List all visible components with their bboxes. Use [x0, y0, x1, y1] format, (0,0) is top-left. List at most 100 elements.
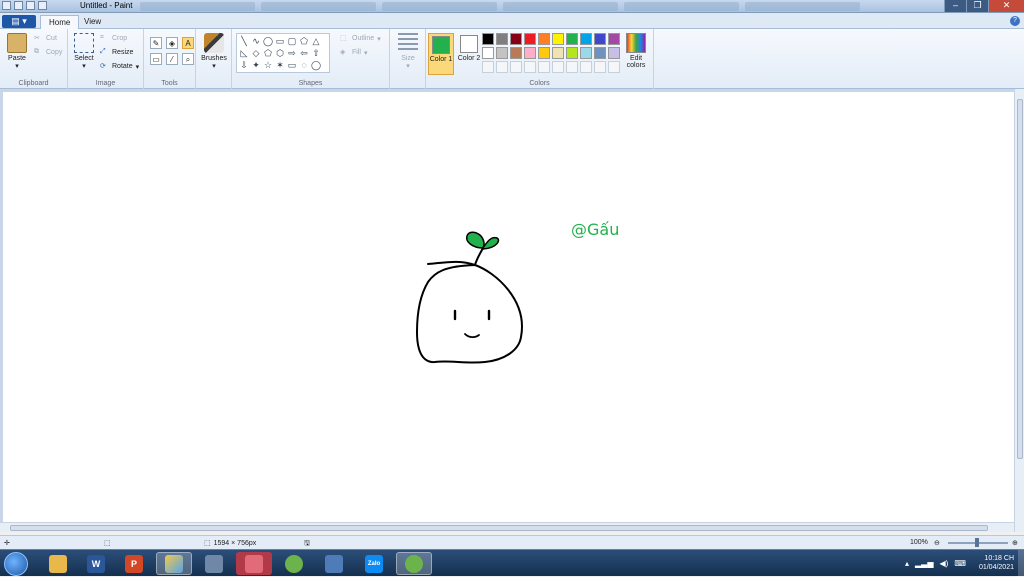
six-point-star-shape-icon[interactable]: ✶ [274, 59, 286, 71]
taskbar-coccoc-2[interactable] [396, 552, 432, 575]
paint-app-icon[interactable] [2, 1, 11, 10]
palette-swatch[interactable] [538, 47, 550, 59]
outline-button[interactable]: ⬚ Outline ▾ [340, 33, 381, 44]
undo-icon[interactable] [26, 1, 35, 10]
tray-expand-icon[interactable]: ▴ [905, 559, 909, 568]
zoom-slider-thumb[interactable] [975, 538, 979, 547]
palette-custom-slot[interactable] [510, 61, 522, 73]
edit-colors-button[interactable]: Edit colors [622, 33, 650, 69]
fill-button[interactable]: ◈ Fill ▾ [340, 47, 367, 58]
five-point-star-shape-icon[interactable]: ☆ [262, 59, 274, 71]
curve-shape-icon[interactable]: ∿ [250, 35, 262, 47]
network-icon[interactable]: ▂▃▅ [915, 559, 933, 568]
palette-custom-slot[interactable] [538, 61, 550, 73]
drawing-canvas[interactable]: @Gấu [3, 92, 1014, 522]
taskbar-paint[interactable] [156, 552, 192, 575]
palette-custom-slot[interactable] [580, 61, 592, 73]
keyboard-icon[interactable]: ⌨ [954, 559, 966, 568]
crop-button[interactable]: ⌗ Crop [100, 33, 127, 44]
close-button[interactable]: ✕ [988, 0, 1024, 12]
callout-rect-shape-icon[interactable]: ▭ [286, 59, 298, 71]
brushes-button[interactable]: Brushes ▾ [200, 33, 228, 70]
taskbar-zalo[interactable]: Zalo [356, 552, 392, 575]
right-triangle-shape-icon[interactable]: ◺ [238, 47, 250, 59]
horizontal-scrollbar[interactable] [0, 522, 1014, 532]
rectangle-shape-icon[interactable]: ▭ [274, 35, 286, 47]
vertical-scrollbar[interactable] [1014, 89, 1024, 532]
palette-custom-slot[interactable] [594, 61, 606, 73]
palette-swatch[interactable] [580, 47, 592, 59]
fill-bucket-icon[interactable]: ◈ [166, 37, 178, 49]
pentagon-shape-icon[interactable]: ⬠ [262, 47, 274, 59]
palette-swatch[interactable] [566, 47, 578, 59]
paste-button[interactable]: Paste ▾ [4, 33, 30, 70]
palette-swatch[interactable] [538, 33, 550, 45]
rounded-rectangle-shape-icon[interactable]: ▢ [286, 35, 298, 47]
zoom-out-button[interactable]: ⊖ [934, 539, 940, 547]
size-button[interactable]: Size ▾ [396, 33, 420, 70]
resize-button[interactable]: ⤢ Resize [100, 47, 133, 58]
horizontal-scroll-thumb[interactable] [10, 525, 988, 531]
palette-swatch[interactable] [524, 33, 536, 45]
color-picker-icon[interactable]: ⁄ [166, 53, 178, 65]
zoom-in-button[interactable]: ⊕ [1012, 539, 1018, 547]
palette-custom-slot[interactable] [552, 61, 564, 73]
text-tool-icon[interactable]: A [182, 37, 194, 49]
start-button[interactable] [4, 552, 28, 576]
palette-custom-slot[interactable] [482, 61, 494, 73]
palette-swatch[interactable] [496, 33, 508, 45]
taskbar-explorer[interactable] [40, 552, 76, 575]
triangle-shape-icon[interactable]: △ [310, 35, 322, 47]
oval-shape-icon[interactable]: ◯ [262, 35, 274, 47]
taskbar-word[interactable]: W [78, 552, 114, 575]
palette-custom-slot[interactable] [496, 61, 508, 73]
cloud-callout-shape-icon[interactable]: ◯ [310, 59, 322, 71]
save-icon[interactable] [14, 1, 23, 10]
left-arrow-shape-icon[interactable]: ⇦ [298, 47, 310, 59]
right-arrow-shape-icon[interactable]: ⇨ [286, 47, 298, 59]
color-1-selector[interactable]: Color 1 [428, 33, 454, 75]
up-arrow-shape-icon[interactable]: ⇧ [310, 47, 322, 59]
copy-button[interactable]: ⧉ Copy [34, 47, 62, 58]
palette-swatch[interactable] [608, 47, 620, 59]
volume-icon[interactable]: ◀) [939, 559, 948, 568]
palette-swatch[interactable] [524, 47, 536, 59]
select-button[interactable]: Select ▾ [72, 33, 96, 70]
palette-swatch[interactable] [594, 47, 606, 59]
line-shape-icon[interactable]: ╲ [238, 35, 250, 47]
palette-custom-slot[interactable] [608, 61, 620, 73]
palette-swatch[interactable] [594, 33, 606, 45]
minimize-button[interactable]: – [944, 0, 966, 12]
eraser-icon[interactable]: ▭ [150, 53, 162, 65]
palette-swatch[interactable] [566, 33, 578, 45]
hexagon-shape-icon[interactable]: ⬡ [274, 47, 286, 59]
redo-icon[interactable] [38, 1, 47, 10]
vertical-scroll-thumb[interactable] [1017, 99, 1023, 459]
down-arrow-shape-icon[interactable]: ⇩ [238, 59, 250, 71]
help-icon[interactable]: ? [1010, 16, 1020, 26]
pencil-icon[interactable]: ✎ [150, 37, 162, 49]
clock[interactable]: 10:18 CH 01/04/2021 [979, 554, 1014, 572]
palette-swatch[interactable] [608, 33, 620, 45]
palette-custom-slot[interactable] [524, 61, 536, 73]
magnifier-icon[interactable]: ⌕ [182, 53, 194, 65]
show-desktop-button[interactable] [1018, 550, 1024, 577]
palette-swatch[interactable] [482, 47, 494, 59]
cut-button[interactable]: ✂ Cut [34, 33, 57, 44]
taskbar-document[interactable] [316, 552, 352, 575]
polygon-shape-icon[interactable]: ⬠ [298, 35, 310, 47]
palette-swatch[interactable] [510, 47, 522, 59]
restore-button[interactable]: ❐ [966, 0, 988, 12]
palette-swatch[interactable] [496, 47, 508, 59]
file-menu-button[interactable]: ▤ ▾ [2, 15, 36, 28]
tab-view[interactable]: View [76, 15, 109, 29]
four-point-star-shape-icon[interactable]: ✦ [250, 59, 262, 71]
diamond-shape-icon[interactable]: ◇ [250, 47, 262, 59]
rotate-button[interactable]: ⟳ Rotate ▾ [100, 61, 139, 72]
palette-custom-slot[interactable] [566, 61, 578, 73]
taskbar-coccoc-1[interactable] [276, 552, 312, 575]
palette-swatch[interactable] [552, 33, 564, 45]
taskbar-powerpoint[interactable]: P [116, 552, 152, 575]
taskbar-calculator[interactable] [196, 552, 232, 575]
callout-oval-shape-icon[interactable]: ◌ [298, 59, 310, 71]
